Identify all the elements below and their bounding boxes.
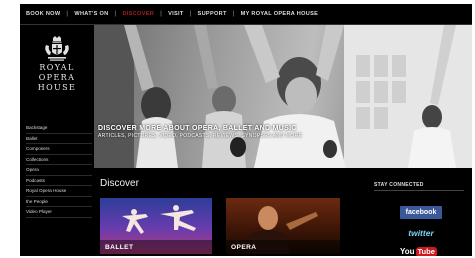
youtube-logo-you: You — [400, 247, 415, 256]
sidebar: ROYAL OPERA HOUSE Backstage Ballet Compo… — [20, 25, 94, 256]
nav-visit[interactable]: VISIT — [162, 11, 190, 17]
opera-tile-label: OPERA — [231, 244, 257, 251]
site-frame: BOOK NOW | WHAT'S ON | DISCOVER | VISIT … — [20, 4, 472, 256]
hero-caption: DISCOVER MORE ABOUT OPERA, BALLET AND MU… — [98, 125, 378, 139]
hero-photo — [94, 25, 472, 168]
opera-tile[interactable]: OPERA — [226, 198, 340, 254]
sidebar-item-collections[interactable]: Collections — [26, 155, 92, 165]
logo-text-house: HOUSE — [37, 83, 77, 92]
sidebar-item-opera[interactable]: Opera — [26, 165, 92, 176]
twitter-button[interactable]: twitter — [400, 227, 442, 239]
logo-text-royal: ROYAL — [39, 63, 75, 72]
ballet-tile[interactable]: BALLET — [100, 198, 212, 254]
hero-banner[interactable]: DISCOVER MORE ABOUT OPERA, BALLET AND MU… — [94, 25, 472, 168]
royal-opera-house-logo[interactable]: ROYAL OPERA HOUSE — [28, 35, 86, 93]
sidebar-item-royal-opera-house[interactable]: Royal Opera House — [26, 186, 92, 197]
stay-connected-divider — [374, 190, 464, 191]
sidebar-menu: Backstage Ballet Composers Collections O… — [26, 123, 92, 218]
sidebar-item-ballet[interactable]: Ballet — [26, 134, 92, 144]
sidebar-item-composers[interactable]: Composers — [26, 144, 92, 155]
sidebar-item-video-player[interactable]: Video Player — [26, 207, 92, 218]
discover-heading: Discover — [100, 178, 139, 189]
hero-headline: DISCOVER MORE ABOUT OPERA, BALLET AND MU… — [98, 125, 297, 132]
ballet-tile-label: BALLET — [105, 244, 134, 251]
nav-book-now[interactable]: BOOK NOW — [20, 11, 66, 17]
stay-connected-heading: STAY CONNECTED — [374, 182, 424, 188]
youtube-button[interactable]: You Tube — [400, 246, 442, 256]
nav-my-royal-opera-house[interactable]: MY ROYAL OPERA HOUSE — [235, 11, 325, 17]
hero-subline: ARTICLES, PICTURES, VIDEO, PODCASTS, REV… — [98, 133, 303, 139]
sidebar-item-podcasts[interactable]: Podcasts — [26, 176, 92, 186]
royal-crest-icon — [45, 36, 69, 61]
nav-whats-on[interactable]: WHAT'S ON — [68, 11, 114, 17]
nav-discover[interactable]: DISCOVER — [116, 11, 160, 17]
youtube-logo-tube: Tube — [415, 247, 437, 256]
sidebar-item-backstage[interactable]: Backstage — [26, 123, 92, 134]
logo-text-opera: OPERA — [38, 73, 76, 82]
facebook-button[interactable]: facebook — [400, 206, 442, 219]
nav-support[interactable]: SUPPORT — [192, 11, 233, 17]
sidebar-item-the-people[interactable]: the People — [26, 197, 92, 207]
top-navigation: BOOK NOW | WHAT'S ON | DISCOVER | VISIT … — [20, 4, 472, 24]
